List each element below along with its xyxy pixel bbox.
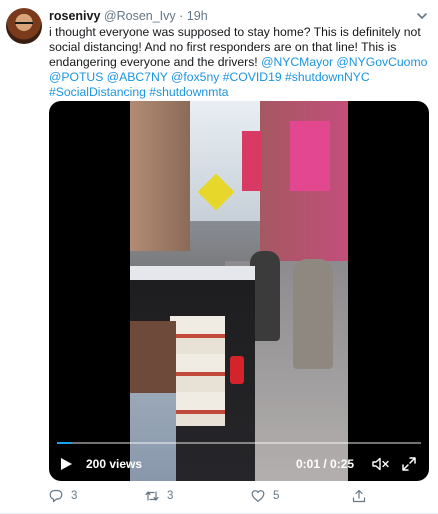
video-timecode: 0:01 / 0:25 bbox=[296, 457, 355, 471]
reply-icon bbox=[49, 489, 63, 503]
avatar-glasses bbox=[15, 22, 33, 27]
tweet[interactable]: rosenivy @Rosen_Ivy · 19h i thought ever… bbox=[0, 0, 438, 514]
header-separator: · bbox=[179, 9, 184, 23]
view-count: 200 views bbox=[86, 457, 143, 471]
video-progress-fill bbox=[57, 442, 72, 444]
retweet-count: 3 bbox=[167, 490, 174, 502]
video-player[interactable]: 200 views 0:01 / 0:25 bbox=[49, 101, 429, 481]
avatar[interactable] bbox=[6, 8, 42, 44]
play-icon[interactable] bbox=[59, 457, 73, 471]
frame-pink-sign bbox=[290, 121, 330, 191]
frame-building-left bbox=[130, 101, 190, 251]
user-handle[interactable]: @Rosen_Ivy bbox=[104, 9, 176, 23]
tweet-text: i thought everyone was supposed to stay … bbox=[49, 25, 433, 100]
tweet-mentions-3[interactable]: #SocialDistancing #shutdownmta bbox=[49, 85, 229, 99]
tweet-time[interactable]: 19h bbox=[187, 9, 208, 23]
like-button[interactable]: 5 bbox=[251, 487, 279, 505]
frame-boxes bbox=[170, 316, 225, 426]
tweet-mentions-1[interactable]: @NYCMayor @NYGovCuomo bbox=[261, 55, 427, 69]
frame-tail-light bbox=[230, 356, 244, 384]
retweet-icon bbox=[145, 491, 159, 501]
reply-button[interactable]: 3 bbox=[49, 487, 77, 505]
tweet-actions: 3 3 5 bbox=[49, 487, 419, 505]
fullscreen-icon[interactable] bbox=[401, 456, 417, 472]
frame-red-sign bbox=[242, 131, 262, 191]
chevron-down-icon[interactable] bbox=[415, 9, 429, 23]
share-icon bbox=[352, 489, 366, 503]
volume-mute-icon[interactable] bbox=[372, 457, 390, 471]
retweet-button[interactable]: 3 bbox=[145, 487, 173, 505]
tweet-mentions-2[interactable]: @POTUS @ABC7NY @fox5ny #COVID19 #shutdow… bbox=[49, 70, 370, 84]
display-name[interactable]: rosenivy bbox=[49, 9, 100, 23]
share-button[interactable] bbox=[352, 487, 374, 505]
tweet-header: rosenivy @Rosen_Ivy · 19h bbox=[49, 8, 208, 24]
video-progress-bar[interactable] bbox=[57, 442, 421, 444]
reply-count: 3 bbox=[71, 490, 78, 502]
heart-icon bbox=[251, 490, 265, 502]
video-frame bbox=[130, 101, 348, 481]
frame-pedestrian bbox=[293, 259, 333, 369]
like-count: 5 bbox=[273, 490, 280, 502]
